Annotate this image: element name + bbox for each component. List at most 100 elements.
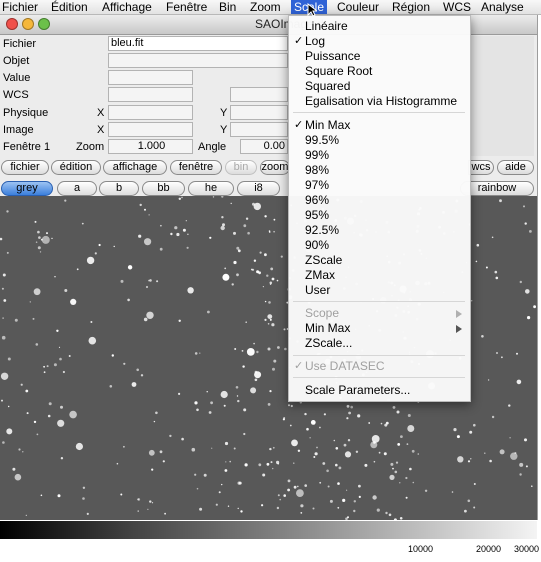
colormap-i8[interactable]: i8 (237, 181, 280, 196)
star (373, 460, 376, 463)
scale-squared[interactable]: Squared (305, 79, 350, 93)
button-affichage[interactable]: affichage (103, 160, 167, 175)
star (327, 485, 330, 488)
star (60, 405, 63, 409)
limit-minmax[interactable]: Min Max (305, 118, 350, 132)
limit-99[interactable]: 99% (305, 148, 329, 162)
menu-fenetre[interactable]: Fenêtre (166, 0, 207, 14)
zoom-window-button[interactable] (38, 18, 50, 30)
scale-log[interactable]: Log (305, 34, 325, 48)
colorbar[interactable] (0, 521, 537, 539)
menu-wcs[interactable]: WCS (443, 0, 471, 14)
menu-analyse[interactable]: Analyse (481, 0, 524, 14)
limit-90[interactable]: 90% (305, 238, 329, 252)
star (326, 469, 329, 473)
star (337, 482, 340, 485)
star (86, 256, 95, 265)
star (46, 365, 49, 368)
star (43, 365, 45, 368)
star (144, 208, 146, 211)
limit-user[interactable]: User (305, 283, 330, 297)
menu-affichage[interactable]: Affichage (102, 0, 152, 14)
star (178, 197, 181, 200)
colormap-he[interactable]: he (188, 181, 234, 196)
fichier-field: bleu.fit (108, 36, 288, 51)
scale-linear[interactable]: Linéaire (305, 19, 348, 33)
star (245, 321, 247, 323)
star (164, 512, 167, 515)
star (364, 463, 368, 467)
star (233, 231, 236, 235)
star (203, 473, 207, 477)
limit-zmax[interactable]: ZMax (305, 268, 335, 282)
star (212, 196, 215, 198)
minimize-window-button[interactable] (22, 18, 34, 30)
checkmark-icon: ✓ (294, 360, 304, 372)
menu-fichier[interactable]: Fichier (2, 0, 38, 14)
star (475, 260, 478, 263)
star (98, 243, 101, 247)
menu-region[interactable]: Région (392, 0, 430, 14)
star (194, 473, 197, 476)
button-zoom[interactable]: zoom (260, 160, 290, 175)
limit-98[interactable]: 98% (305, 163, 329, 177)
star (144, 238, 152, 246)
star (0, 237, 3, 241)
scale-histequ[interactable]: Egalisation via Histogramme (305, 94, 457, 108)
star (6, 251, 9, 254)
button-aide[interactable]: aide (497, 160, 534, 175)
scale-power[interactable]: Puissance (305, 49, 360, 63)
star (151, 502, 154, 504)
star (230, 202, 232, 205)
colormap-rainbow[interactable]: rainbow (460, 181, 534, 196)
zscale-dialog[interactable]: ZScale... (305, 336, 352, 350)
label-value: Value (3, 72, 31, 84)
button-bin[interactable]: bin (225, 160, 257, 175)
scale-parameters[interactable]: Scale Parameters... (305, 383, 410, 397)
colorbar-tick-20000: 20000 (476, 544, 502, 554)
menu-zoom[interactable]: Zoom (250, 0, 281, 14)
star (123, 445, 125, 448)
star (60, 457, 64, 460)
star (471, 300, 473, 302)
star (267, 314, 273, 319)
button-wcs[interactable]: wcs (468, 160, 494, 175)
button-fenetre[interactable]: fenêtre (170, 160, 222, 175)
menu-bin[interactable]: Bin (219, 0, 236, 14)
star (338, 466, 342, 470)
limit-99-5[interactable]: 99.5% (305, 133, 339, 147)
star (211, 447, 213, 449)
info-panel-right (470, 36, 534, 156)
menu-edition[interactable]: Édition (51, 0, 88, 14)
menu-couleur[interactable]: Couleur (337, 0, 379, 14)
star (476, 243, 480, 247)
colormap-b[interactable]: b (99, 181, 139, 196)
limit-95[interactable]: 95% (305, 208, 329, 222)
colormap-grey[interactable]: grey (1, 181, 53, 196)
scale-sqrt[interactable]: Square Root (305, 64, 372, 78)
minmax-submenu[interactable]: Min Max (305, 321, 350, 335)
button-fichier[interactable]: fichier (1, 160, 49, 175)
star (187, 287, 194, 294)
star (81, 222, 84, 225)
star (250, 387, 257, 394)
colormap-bb[interactable]: bb (142, 181, 185, 196)
star (7, 357, 11, 361)
close-window-button[interactable] (6, 18, 18, 30)
star (481, 335, 484, 338)
limit-97[interactable]: 97% (305, 178, 329, 192)
limit-96[interactable]: 96% (305, 193, 329, 207)
button-edition[interactable]: édition (51, 160, 101, 175)
star (220, 390, 228, 399)
star (243, 224, 247, 228)
star (148, 449, 155, 456)
star (224, 267, 227, 270)
star (395, 461, 399, 464)
star (400, 435, 403, 438)
limit-92-5[interactable]: 92.5% (305, 223, 339, 237)
star (406, 443, 409, 445)
star (392, 467, 394, 470)
star (268, 230, 271, 232)
limit-zscale[interactable]: ZScale (305, 253, 342, 267)
colormap-a[interactable]: a (57, 181, 97, 196)
